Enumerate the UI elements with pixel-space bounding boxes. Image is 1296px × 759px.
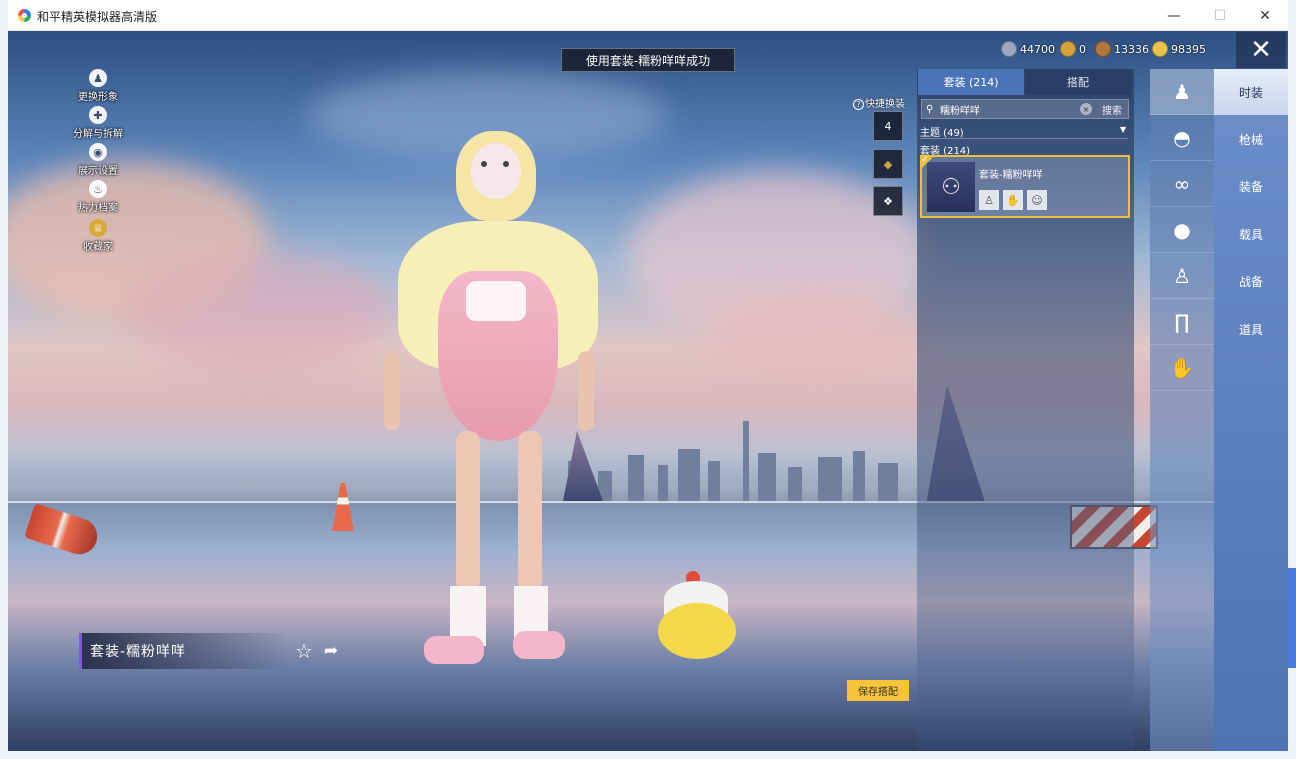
silver-coin-icon [1001, 41, 1017, 57]
close-wardrobe-button[interactable]: ✕ [1236, 32, 1286, 68]
outfit-panel: 套装 (214) 搭配 ⚲ 糯粉咩咩 × 搜索 主题 (49) ▼ 套装 (21… [917, 69, 1134, 751]
close-window-button[interactable]: ✕ [1242, 0, 1288, 31]
quick-slot-hanger[interactable]: 4 [873, 111, 903, 141]
subcategory-column: ♟ ◓ ∞ ● ♙ ∏ ✋ [1150, 69, 1214, 751]
menu-collector[interactable]: ♕ 收藏家 [68, 219, 128, 253]
flame-icon: ♨ [89, 180, 107, 198]
bronze-coin-icon [1095, 41, 1111, 57]
game-viewport: ♟ 更换形象 ✚ 分解与拆解 ◉ 展示设置 ♨ 热力档案 ♕ 收藏家 使用套装-… [8, 31, 1288, 751]
currency-gold: 98395 [1152, 40, 1206, 58]
menu-change-appearance[interactable]: ♟ 更换形象 [68, 69, 128, 103]
share-icon: ➦ [323, 641, 339, 661]
puzzle-icon: ✚ [89, 106, 107, 124]
cloud [708, 291, 928, 381]
glasses-icon: ∞ [1173, 171, 1191, 196]
theme-filter-row[interactable]: 主题 (49) [920, 124, 964, 139]
success-toast: 使用套装-糯粉咩咩成功 [561, 48, 735, 72]
currency-bronze: 13336 [1095, 40, 1149, 58]
help-icon: ? [853, 99, 864, 110]
character-model [378, 131, 608, 691]
currency-token: 0 [1060, 40, 1086, 58]
tab-suits[interactable]: 套装 (214) [918, 69, 1024, 95]
outfit-icon: ♟ [1173, 79, 1191, 104]
search-box[interactable]: ⚲ 糯粉咩咩 × 搜索 [921, 99, 1129, 119]
chevron-down-icon[interactable]: ▼ [1120, 125, 1126, 134]
top-icon: ♙ [1173, 263, 1191, 288]
app-window: 和平精英模拟器高清版 — ☐ ✕ ♟ 更换形象 ✚ 分解与拆解 ◉ 展示设置 ♨… [8, 0, 1288, 751]
minimize-button[interactable]: — [1151, 0, 1197, 31]
favorite-button[interactable]: ☆ [292, 639, 316, 663]
search-icon: ⚲ [926, 103, 934, 115]
desktop-edge-right [1288, 0, 1296, 759]
outfit-piece-mask-icon[interactable]: ☺ [1027, 190, 1047, 210]
city-skyline [568, 421, 928, 501]
checkmark-icon: ✓ [920, 155, 936, 169]
title-bar: 和平精英模拟器高清版 — ☐ ✕ [8, 0, 1288, 31]
desktop-edge-left [0, 0, 8, 759]
category-combat-gear[interactable]: 战备 [1214, 258, 1288, 304]
search-input[interactable]: 糯粉咩咩 [940, 102, 1080, 117]
current-outfit-name: 套装-糯粉咩咩 [79, 633, 289, 669]
gold-coin-icon [1152, 41, 1168, 57]
subcat-face[interactable]: ● [1150, 207, 1214, 253]
face-icon: ● [1173, 217, 1191, 242]
hanger-icon: 4 [884, 119, 892, 133]
app-icon [18, 9, 31, 22]
menu-decompose[interactable]: ✚ 分解与拆解 [68, 106, 128, 140]
subcat-top[interactable]: ♙ [1150, 253, 1214, 299]
eye-icon: ◉ [89, 143, 107, 161]
person-icon: ♟ [89, 69, 107, 87]
maximize-button[interactable]: ☐ [1197, 0, 1243, 31]
star-icon: ☆ [295, 639, 313, 663]
cap-icon: ◓ [1173, 125, 1191, 150]
subcat-cap[interactable]: ◓ [1150, 115, 1214, 161]
category-vehicles[interactable]: 载具 [1214, 211, 1288, 257]
gold-token-icon [1060, 41, 1076, 57]
shoes-icon: ✋ [1169, 355, 1195, 380]
cloud [128, 251, 388, 371]
subcat-shoes[interactable]: ✋ [1150, 345, 1214, 391]
tab-combos[interactable]: 搭配 [1025, 69, 1131, 95]
clear-search-icon[interactable]: × [1080, 103, 1092, 115]
subcat-glasses[interactable]: ∞ [1150, 161, 1214, 207]
subcat-outfit[interactable]: ♟ [1150, 69, 1214, 115]
desktop-edge-bottom [0, 751, 1296, 759]
collector-badge-icon: ♕ [89, 219, 107, 237]
category-fashion[interactable]: 时装 [1214, 69, 1288, 115]
currency-silver: 44700 [1001, 40, 1055, 58]
wings-icon: ❖ [883, 194, 893, 208]
search-button[interactable]: 搜索 [1102, 102, 1122, 117]
outfit-card-selected[interactable]: ⚇ ✓ 套装-糯粉咩咩 ♙ ✋ ☺ [920, 155, 1130, 218]
pet-chick [658, 571, 738, 661]
outfit-card-name: 套装-糯粉咩咩 [979, 170, 1043, 181]
outfit-piece-top-icon[interactable]: ♙ [979, 190, 999, 210]
outfit-thumbnail: ⚇ [927, 162, 975, 212]
outfit-piece-gloves-icon[interactable]: ✋ [1003, 190, 1023, 210]
quick-slot-wings[interactable]: ❖ [873, 186, 903, 216]
save-outfit-button[interactable]: 保存搭配 [847, 680, 909, 701]
divider [920, 138, 1128, 139]
pants-icon: ∏ [1174, 309, 1190, 334]
quick-change-label[interactable]: ? 快捷换装 [853, 95, 905, 110]
share-button[interactable]: ➦ [319, 639, 343, 663]
category-equipment[interactable]: 装备 [1214, 163, 1288, 209]
menu-heat-archive[interactable]: ♨ 热力档案 [68, 180, 128, 214]
window-title: 和平精英模拟器高清版 [37, 10, 158, 24]
menu-display-settings[interactable]: ◉ 展示设置 [68, 143, 128, 177]
subcat-pants[interactable]: ∏ [1150, 299, 1214, 345]
category-props[interactable]: 道具 [1214, 306, 1288, 352]
category-column: 时装 枪械 装备 载具 战备 道具 [1214, 69, 1288, 751]
category-guns[interactable]: 枪械 [1214, 116, 1288, 162]
quick-slot-emblem[interactable]: ◆ [873, 149, 903, 179]
emblem-icon: ◆ [883, 157, 893, 171]
